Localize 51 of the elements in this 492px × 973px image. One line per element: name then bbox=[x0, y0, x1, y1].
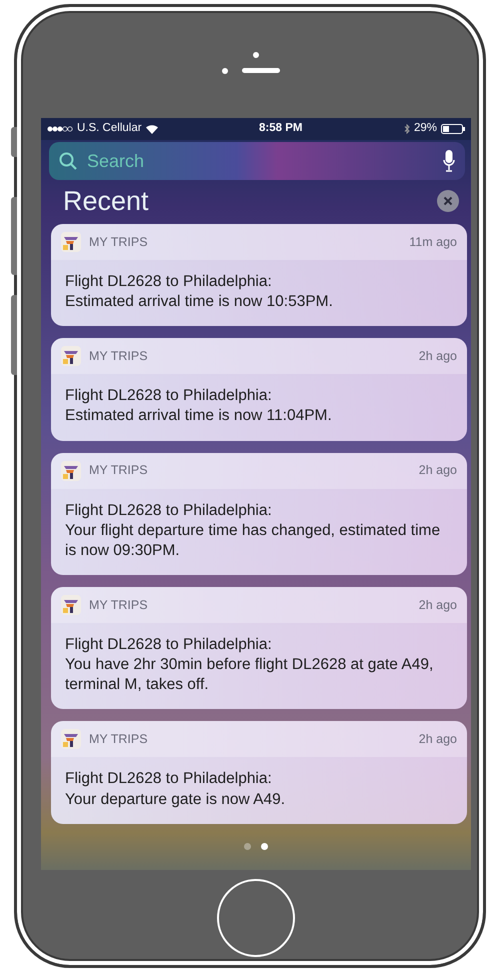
notification-card[interactable]: MY TRIPS 2h ago Flight DL2628 to Philadelphia: Your flight departure time has changed, estimated time is now 09:30PM. bbox=[51, 452, 467, 575]
speaker-slot bbox=[242, 68, 280, 73]
notification-message: Estimated arrival time is now 11:04PM. bbox=[65, 406, 333, 426]
app-icon bbox=[61, 346, 81, 366]
notification-title: Flight DL2628 to Philadelphia: bbox=[65, 386, 273, 406]
notification-message: Estimated arrival time is now 10:53PM. bbox=[65, 292, 334, 312]
home-button[interactable] bbox=[217, 878, 295, 956]
notification-time: 2h ago bbox=[418, 731, 457, 748]
notification-title: Flight DL2628 to Philadelphia: bbox=[65, 634, 273, 655]
microphone-icon[interactable] bbox=[443, 150, 455, 172]
wifi-icon bbox=[146, 124, 158, 134]
clear-button[interactable] bbox=[437, 190, 459, 212]
app-name: MY TRIPS bbox=[89, 731, 148, 748]
notification-time: 2h ago bbox=[418, 348, 457, 365]
app-name: MY TRIPS bbox=[89, 596, 148, 614]
notification-card[interactable]: MY TRIPS 11m ago Flight DL2628 to Philadelphia: Estimated arrival time is now 10:53PM. bbox=[51, 224, 467, 326]
notification-title: Flight DL2628 to Philadelphia: bbox=[65, 272, 273, 292]
carrier-label: U.S. Cellular bbox=[77, 121, 142, 136]
notification-title: Flight DL2628 to Philadelphia: bbox=[65, 500, 273, 521]
notification-card[interactable]: MY TRIPS 2h ago Flight DL2628 to Philadelphia: Your departure gate is now A49. bbox=[51, 721, 467, 824]
app-icon bbox=[61, 232, 81, 252]
bluetooth-icon bbox=[404, 124, 410, 134]
app-icon bbox=[61, 460, 81, 481]
search-icon bbox=[59, 152, 77, 170]
notification-time: 2h ago bbox=[418, 462, 457, 480]
notification-time: 2h ago bbox=[418, 596, 457, 614]
section-title: Recent bbox=[63, 184, 149, 218]
notification-message: Your departure gate is now A49. bbox=[65, 790, 286, 810]
sensor-dot bbox=[222, 68, 228, 74]
app-name: MY TRIPS bbox=[89, 348, 148, 365]
close-icon bbox=[443, 196, 453, 206]
battery-percent: 29% bbox=[414, 121, 437, 136]
app-name: MY TRIPS bbox=[89, 462, 148, 480]
notification-time: 11m ago bbox=[409, 234, 457, 251]
search-field[interactable]: Search bbox=[85, 146, 435, 176]
app-icon bbox=[61, 594, 81, 615]
app-icon bbox=[61, 729, 81, 750]
page-dot[interactable] bbox=[261, 843, 268, 850]
notification-message: You have 2hr 30min before flight DL2628 at gate A49, terminal M, takes off. bbox=[65, 655, 434, 696]
battery-icon bbox=[441, 124, 465, 134]
notification-card[interactable]: MY TRIPS 2h ago Flight DL2628 to Philadelphia: Estimated arrival time is now 11:04PM. bbox=[51, 338, 467, 441]
notification-title: Flight DL2628 to Philadelphia: bbox=[65, 769, 273, 790]
clock-time: 8:58 PM bbox=[259, 121, 302, 136]
app-name: MY TRIPS bbox=[89, 234, 148, 251]
search-bar[interactable]: Search bbox=[49, 142, 465, 180]
camera-dot bbox=[253, 52, 259, 58]
notification-card[interactable]: MY TRIPS 2h ago Flight DL2628 to Philadelphia: You have 2hr 30min before flight DL2628 at gate A49, terminal M, takes off. bbox=[51, 586, 467, 710]
side-button[interactable] bbox=[11, 127, 17, 157]
notification-message: Your flight departure time has changed, estimated time is now 09:30PM. bbox=[65, 520, 442, 561]
page-dot[interactable] bbox=[244, 843, 251, 850]
signal-icon bbox=[47, 126, 73, 132]
